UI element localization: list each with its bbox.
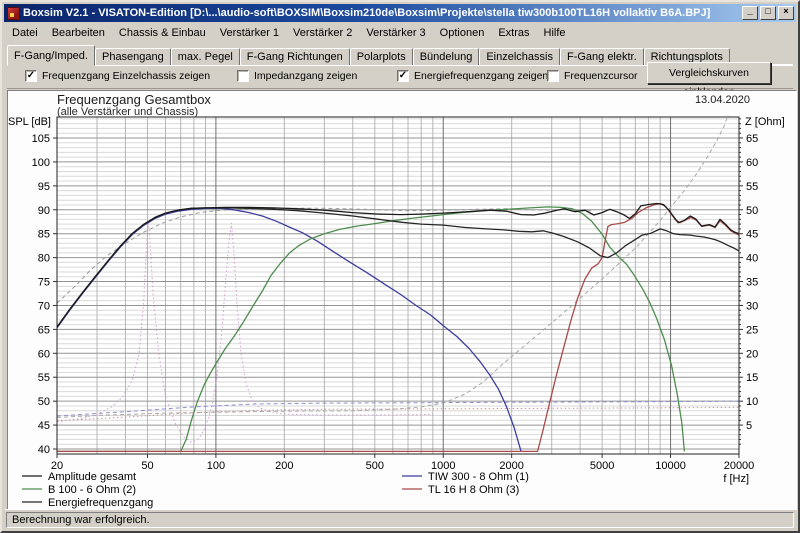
axis-tick-label-left: 65 [38, 324, 50, 336]
app-window: Boxsim V2.1 - VISATON-Edition [D:\...\au… [0, 0, 800, 533]
axis-tick-label-left: 80 [38, 253, 50, 265]
menu-verstärker-2[interactable]: Verstärker 2 [286, 25, 359, 41]
axis-tick-label-left: 105 [32, 133, 50, 145]
axis-tick-label-right: 45 [746, 229, 758, 241]
axis-tick-label-left: 100 [32, 157, 50, 169]
checkbox-label: Impedanzgang zeigen [254, 70, 357, 82]
menu-bearbeiten[interactable]: Bearbeiten [45, 25, 112, 41]
axis-tick-label-left: 95 [38, 181, 50, 193]
chart-panel: 40 45 50 55 60 65 70 75 80 85 90 95 100 105 SPL [dB] 5 1… [7, 90, 797, 510]
axis-tick-label-right: 10 [746, 396, 758, 408]
menu-extras[interactable]: Extras [491, 25, 536, 41]
checkbox-box[interactable] [237, 70, 249, 82]
close-button[interactable]: × [778, 6, 794, 20]
title-bar[interactable]: Boxsim V2.1 - VISATON-Edition [D:\...\au… [4, 4, 796, 22]
checkbox-box[interactable]: ✓ [25, 70, 37, 82]
window-title: Boxsim V2.1 - VISATON-Edition [D:\...\au… [23, 7, 738, 19]
axis-tick-label-right: 65 [746, 133, 758, 145]
axis-tick-label-right: 50 [746, 205, 758, 217]
checkbox-label: Frequenzgang Einzelchassis zeigen [42, 70, 210, 82]
checkbox-energiefrequenzgang-zeigen[interactable]: ✓ Energiefrequenzgang zeigen [397, 70, 548, 82]
axis-tick-label-left: 70 [38, 300, 50, 312]
display-options-panel: Vergleichskurven einblenden ✓ Frequenzgan… [7, 65, 793, 89]
app-icon [7, 7, 20, 20]
legend-label-tl16h: TL 16 H 8 Ohm (3) [428, 484, 519, 496]
axis-tick-label-right: 5 [746, 420, 752, 432]
tab-bündelung[interactable]: Bündelung [413, 48, 480, 66]
axis-tick-label-bottom: 200 [275, 460, 293, 472]
y-axis-left-title: SPL [dB] [8, 116, 51, 128]
minimize-button[interactable]: _ [742, 6, 758, 20]
axis-tick-label-left: 60 [38, 348, 50, 360]
tab-phasengang[interactable]: Phasengang [95, 48, 171, 66]
checkbox-frequenzcursor[interactable]: Frequenzcursor [547, 70, 638, 82]
checkbox-box[interactable] [547, 70, 559, 82]
menu-hilfe[interactable]: Hilfe [537, 25, 573, 41]
legend-label-amplitude: Amplitude gesamt [48, 471, 136, 483]
status-message: Berechnung war erfolgreich. [6, 512, 794, 528]
checkbox-label: Frequenzcursor [564, 70, 638, 82]
axis-tick-label-left: 45 [38, 420, 50, 432]
x-axis-title: f [Hz] [723, 473, 749, 485]
tab-einzelchassis[interactable]: Einzelchassis [479, 48, 560, 66]
axis-tick-label-bottom: 500 [366, 460, 384, 472]
axis-tick-label-left: 90 [38, 205, 50, 217]
window-controls: _□× [742, 6, 794, 20]
axis-tick-label-right: 35 [746, 277, 758, 289]
tab-f-gang-richtungen[interactable]: F-Gang Richtungen [240, 48, 350, 66]
menu-optionen[interactable]: Optionen [433, 25, 492, 41]
chart-subtitle: (alle Verstärker und Chassis) [57, 106, 198, 118]
axis-tick-label-left: 40 [38, 444, 50, 456]
axis-tick-label-right: 60 [746, 157, 758, 169]
plot-background [57, 117, 739, 454]
maximize-button[interactable]: □ [760, 6, 776, 20]
frequency-response-chart: 40 45 50 55 60 65 70 75 80 85 90 95 100 105 SPL [dB] 5 1… [8, 91, 796, 509]
chart-date: 13.04.2020 [695, 94, 750, 106]
compare-curves-button[interactable]: Vergleichskurven einblenden [647, 62, 771, 84]
tab-max-pegel[interactable]: max. Pegel [171, 48, 240, 66]
axis-tick-label-bottom: 20000 [724, 460, 755, 472]
legend-label-energie: Energiefrequenzgang [48, 497, 153, 509]
menu-verstärker-1[interactable]: Verstärker 1 [213, 25, 286, 41]
menu-datei[interactable]: Datei [5, 25, 45, 41]
checkbox-frequenzgang-einzelchassis-zeigen[interactable]: ✓ Frequenzgang Einzelchassis zeigen [25, 70, 210, 82]
status-bar: Berechnung war erfolgreich. [5, 509, 795, 529]
legend-label-tiw300: TIW 300 - 8 Ohm (1) [428, 471, 529, 483]
menu-chassis-einbau[interactable]: Chassis & Einbau [112, 25, 213, 41]
axis-tick-label-bottom: 5000 [590, 460, 614, 472]
checkbox-impedanzgang-zeigen[interactable]: Impedanzgang zeigen [237, 70, 357, 82]
tab-polarplots[interactable]: Polarplots [350, 48, 413, 66]
legend-label-b100: B 100 - 6 Ohm (2) [48, 484, 136, 496]
menu-bar: DateiBearbeitenChassis & EinbauVerstärke… [5, 24, 795, 42]
axis-tick-label-right: 55 [746, 181, 758, 193]
axis-tick-label-right: 30 [746, 300, 758, 312]
axis-tick-label-bottom: 100 [207, 460, 225, 472]
axis-tick-label-right: 25 [746, 324, 758, 336]
axis-tick-label-left: 75 [38, 277, 50, 289]
y-axis-right-title: Z [Ohm] [745, 116, 785, 128]
tab-f-gang-imped[interactable]: F-Gang/Imped. [7, 45, 95, 66]
axis-tick-label-right: 40 [746, 253, 758, 265]
axis-tick-label-right: 20 [746, 348, 758, 360]
chart-title: Frequenzgang Gesamtbox [57, 92, 211, 107]
checkbox-label: Energiefrequenzgang zeigen [414, 70, 548, 82]
axis-tick-label-bottom: 10000 [655, 460, 686, 472]
tab-f-gang-elektr[interactable]: F-Gang elektr. [560, 48, 644, 66]
axis-tick-label-left: 85 [38, 229, 50, 241]
axis-tick-label-left: 55 [38, 372, 50, 384]
menu-verstärker-3[interactable]: Verstärker 3 [359, 25, 432, 41]
axis-tick-label-bottom: 50 [141, 460, 153, 472]
axis-tick-label-left: 50 [38, 396, 50, 408]
checkbox-box[interactable]: ✓ [397, 70, 409, 82]
axis-tick-label-right: 15 [746, 372, 758, 384]
